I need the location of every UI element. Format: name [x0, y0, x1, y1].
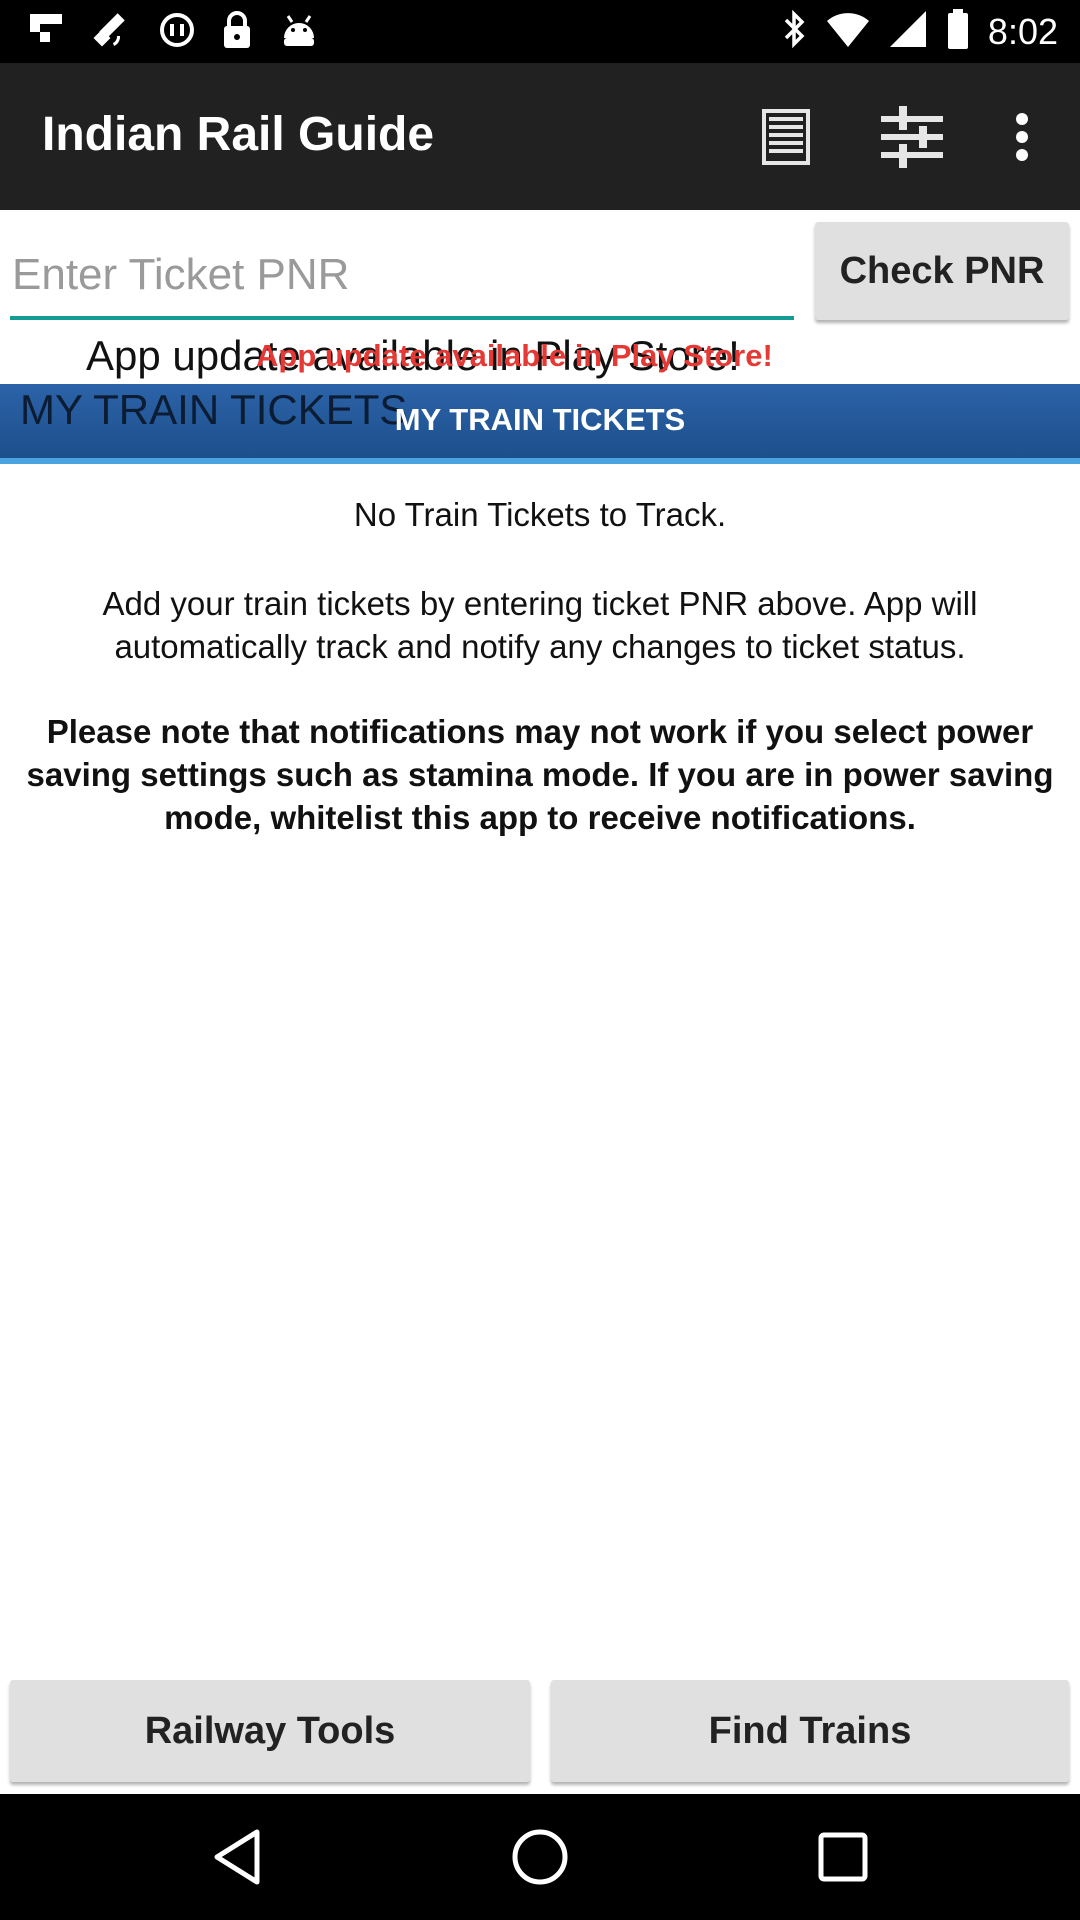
bluetooth-icon: [780, 8, 808, 55]
app-title: Indian Rail Guide: [42, 108, 435, 161]
recents-icon[interactable]: [808, 1822, 878, 1892]
update-notice-text-red: App update available in Play Store!: [256, 338, 773, 373]
find-trains-button[interactable]: Find Trains: [551, 1680, 1069, 1782]
lock-icon: [220, 10, 254, 55]
section-title: MY TRAIN TICKETS: [394, 402, 686, 437]
navigation-bar: [0, 1794, 1080, 1920]
status-time: 8:02: [987, 10, 1058, 52]
pnr-row: Check PNR: [0, 210, 1080, 330]
home-icon[interactable]: [505, 1822, 575, 1892]
add-info-text: Add your train tickets by entering ticke…: [102, 585, 978, 665]
battery-icon: [946, 8, 970, 55]
app-bar: Indian Rail Guide: [0, 63, 1080, 210]
empty-title: No Train Tickets to Track.: [353, 496, 727, 533]
signal-icon: [888, 9, 928, 54]
railway-tools-button[interactable]: Railway Tools: [10, 1680, 530, 1782]
android-icon: [278, 12, 320, 53]
satellite-icon: [90, 8, 134, 57]
back-icon[interactable]: [202, 1822, 272, 1892]
sliders-icon[interactable]: [876, 101, 948, 173]
check-pnr-button[interactable]: Check PNR: [815, 222, 1069, 320]
list-icon[interactable]: [750, 101, 822, 173]
wifi-icon: [826, 9, 870, 54]
power-saving-note: Please note that notifications may not w…: [26, 713, 1054, 836]
update-notice[interactable]: App update available in Play Store! App …: [0, 330, 1080, 384]
status-bar: 8:02: [0, 0, 1080, 63]
status-system-icons: 8:02: [780, 8, 1058, 55]
section-header: MY TRAIN TICKETS MY TRAIN TICKETS: [0, 384, 1080, 464]
more-vert-icon[interactable]: [986, 101, 1058, 173]
sync-icon: [158, 11, 196, 54]
status-notification-icons: [26, 8, 320, 57]
pnr-input[interactable]: [10, 240, 794, 320]
flipboard-icon: [26, 10, 66, 55]
